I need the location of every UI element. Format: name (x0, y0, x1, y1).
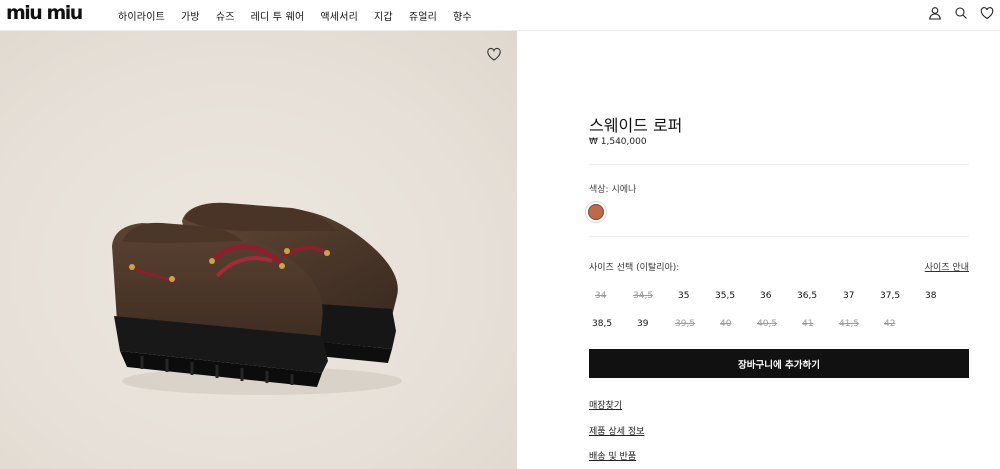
size-guide-link[interactable]: 사이즈 안내 (925, 260, 969, 273)
product-price: ₩ 1,540,000 (589, 137, 647, 147)
main-nav: 하이라이트 가방 슈즈 레디 투 웨어 액세서리 지갑 쥬얼리 향수 (118, 8, 488, 23)
divider (589, 164, 969, 165)
search-icon[interactable] (954, 6, 968, 20)
size-option[interactable]: 38 (925, 291, 961, 301)
size-option[interactable]: 36,5 (797, 291, 833, 301)
nav-item-highlights[interactable]: 하이라이트 (118, 8, 165, 23)
size-option[interactable]: 42 (884, 319, 920, 329)
svg-text:miu miu: miu miu (6, 4, 82, 22)
size-option[interactable]: 39,5 (675, 319, 711, 329)
shipping-returns-link[interactable]: 배송 및 반품 (589, 449, 636, 462)
nav-item-shoes[interactable]: 슈즈 (216, 8, 235, 23)
size-option[interactable]: 34,5 (633, 291, 669, 301)
nav-item-bags[interactable]: 가방 (181, 8, 200, 23)
color-swatch-sienna[interactable] (588, 204, 604, 220)
size-select-label: 사이즈 선택 (이탈리아): (589, 263, 680, 273)
size-option[interactable]: 40,5 (757, 319, 793, 329)
size-option[interactable]: 41,5 (839, 319, 875, 329)
wishlist-heart-icon[interactable] (486, 46, 502, 62)
product-title: 스웨이드 로퍼 (589, 116, 683, 135)
header-actions (916, 6, 994, 20)
heart-icon[interactable] (980, 6, 994, 20)
nav-item-ready-to-wear[interactable]: 레디 투 웨어 (251, 8, 305, 23)
user-icon[interactable] (928, 6, 942, 20)
size-option[interactable]: 38,5 (592, 319, 628, 329)
top-header: miu miu 하이라이트 가방 슈즈 레디 투 웨어 액세서리 지갑 쥬얼리 … (0, 0, 1000, 31)
size-option[interactable]: 37,5 (880, 291, 916, 301)
color-label: 색상: 시에나 (589, 185, 637, 195)
size-option[interactable]: 39 (637, 319, 673, 329)
size-option[interactable]: 36 (760, 291, 796, 301)
store-finder-link[interactable]: 매장찾기 (589, 398, 622, 411)
nav-item-accessories[interactable]: 액세서리 (320, 8, 358, 23)
divider (589, 236, 969, 237)
product-image-panel (0, 31, 517, 469)
size-option[interactable]: 34 (595, 291, 631, 301)
brand-logo[interactable]: miu miu (6, 4, 104, 22)
size-option[interactable]: 41 (802, 319, 838, 329)
size-option[interactable]: 35 (678, 291, 714, 301)
size-option[interactable]: 35,5 (715, 291, 751, 301)
nav-item-fragrance[interactable]: 향수 (453, 8, 472, 23)
product-details-link[interactable]: 제품 상세 정보 (589, 424, 644, 437)
nav-item-jewelry[interactable]: 쥬얼리 (409, 8, 437, 23)
product-image-loafers (112, 202, 402, 395)
size-option[interactable]: 37 (843, 291, 879, 301)
nav-item-wallets[interactable]: 지갑 (374, 8, 393, 23)
add-to-cart-button[interactable]: 장바구니에 추가하기 (589, 349, 969, 378)
size-option[interactable]: 40 (720, 319, 756, 329)
